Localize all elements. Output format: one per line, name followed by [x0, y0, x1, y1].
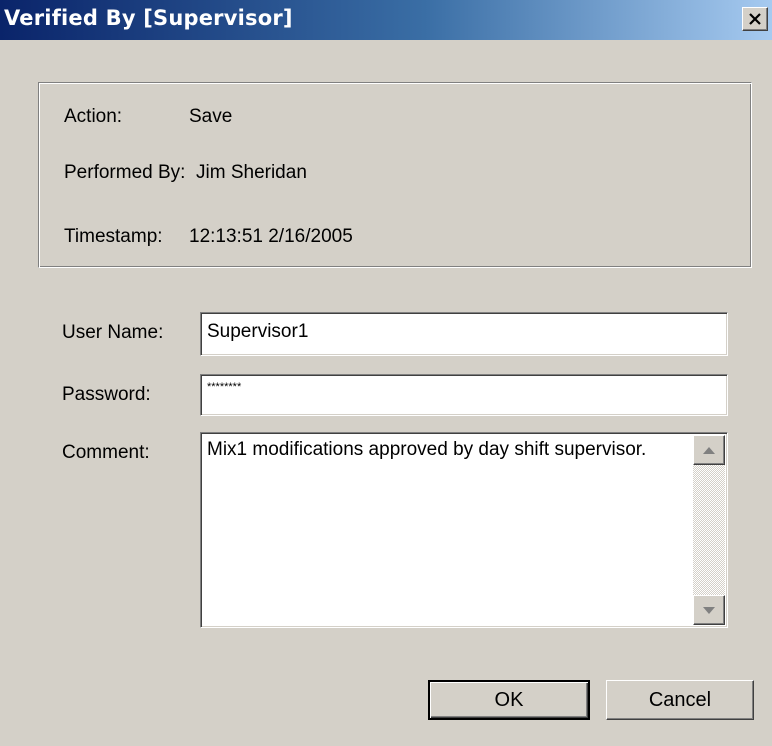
user-name-value: Supervisor1 — [207, 321, 309, 342]
password-value: ******** — [207, 381, 242, 393]
comment-label: Comment: — [62, 442, 150, 463]
cancel-button[interactable]: Cancel — [606, 680, 754, 720]
comment-value: Mix1 modifications approved by day shift… — [207, 439, 647, 460]
scroll-up-arrow-icon — [703, 441, 715, 459]
title-bar[interactable]: Verified By [Supervisor] — [0, 0, 772, 40]
scroll-down-arrow-icon — [703, 601, 715, 619]
performed-by-value: Jim Sheridan — [196, 162, 307, 183]
user-name-field[interactable]: Supervisor1 — [200, 312, 728, 356]
comment-textarea[interactable]: Mix1 modifications approved by day shift… — [200, 432, 728, 628]
action-label: Action: — [64, 106, 123, 127]
scroll-up-button[interactable] — [693, 435, 725, 465]
action-value: Save — [189, 106, 233, 127]
verified-by-dialog: Verified By [Supervisor] Action: Save Pe… — [0, 0, 772, 746]
password-field[interactable]: ******** — [200, 374, 728, 416]
timestamp-value: 12:13:51 2/16/2005 — [189, 226, 353, 247]
performed-by-label: Performed By: — [64, 162, 186, 183]
timestamp-label: Timestamp: — [64, 226, 163, 247]
close-button[interactable] — [742, 7, 768, 31]
comment-scrollbar[interactable] — [693, 435, 725, 625]
ok-button-label: OK — [494, 688, 524, 711]
close-icon — [748, 13, 762, 25]
password-label: Password: — [62, 384, 151, 405]
ok-button[interactable]: OK — [428, 680, 590, 720]
cancel-button-label: Cancel — [648, 688, 712, 711]
user-name-label: User Name: — [62, 322, 164, 343]
scroll-down-button[interactable] — [693, 595, 725, 625]
window-title: Verified By [Supervisor] — [4, 6, 293, 30]
